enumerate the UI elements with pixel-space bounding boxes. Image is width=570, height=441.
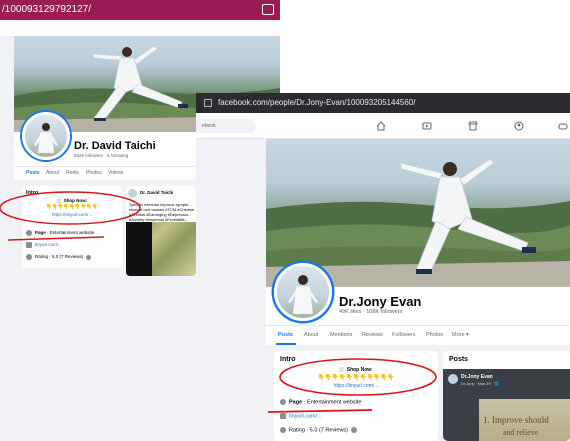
right-screenshot: facebook.com/people/Dr.Jony-Evan/1000932… xyxy=(196,93,570,441)
annotation-overlay xyxy=(267,358,437,413)
